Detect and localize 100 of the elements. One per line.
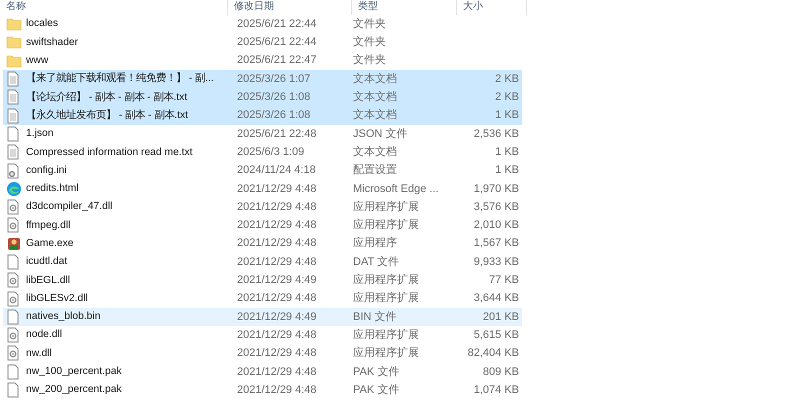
file-row[interactable]: libEGL.dll 2021/12/29 4:49 应用程序扩展 77 KB bbox=[3, 271, 522, 290]
folder-icon bbox=[6, 16, 22, 32]
column-header[interactable]: 类型 bbox=[352, 0, 457, 15]
file-row[interactable]: libGLESv2.dll 2021/12/29 4:48 应用程序扩展 3,644 KB bbox=[3, 289, 522, 308]
file-size: 3,576 KB bbox=[472, 200, 519, 215]
modified-date: 2025/6/21 22:48 bbox=[237, 126, 318, 142]
file-type: PAK 文件 bbox=[353, 382, 400, 398]
file-row[interactable]: node.dll 2021/12/29 4:48 应用程序扩展 5,615 KB bbox=[3, 326, 522, 344]
file-type: DAT 文件 bbox=[353, 254, 400, 270]
file-name[interactable]: libEGL.dll bbox=[26, 272, 70, 288]
file-type: Microsoft Edge ... bbox=[353, 182, 440, 197]
file-name[interactable]: config.ini bbox=[26, 162, 67, 178]
file-type: BIN 文件 bbox=[353, 310, 398, 325]
file-size: 809 KB bbox=[482, 364, 519, 380]
file-row[interactable]: nw_100_percent.pak 2021/12/29 4:48 PAK 文件 809 KB bbox=[3, 362, 522, 381]
file-size: 5,615 KB bbox=[472, 328, 519, 343]
folder-icon bbox=[6, 52, 22, 69]
modified-date: 2021/12/29 4:48 bbox=[237, 236, 318, 252]
modified-date: 2024/11/24 4:18 bbox=[237, 163, 317, 178]
file-type: 配置设置 bbox=[353, 163, 398, 178]
modified-date: 2021/12/29 4:48 bbox=[237, 254, 318, 270]
game-app-icon bbox=[6, 236, 22, 252]
file-row[interactable]: config.ini 2024/11/24 4:18 配置设置 1 KB bbox=[3, 161, 522, 180]
browser-icon bbox=[6, 180, 22, 197]
file-row[interactable]: credits.html 2021/12/29 4:48 Microsoft Edge ... 1,970 KB bbox=[3, 180, 522, 198]
file-type: 应用程序扩展 bbox=[353, 346, 420, 362]
file-size: 1 KB bbox=[494, 108, 519, 124]
file-type: 文本文档 bbox=[353, 144, 398, 160]
file-size: 1,970 KB bbox=[472, 182, 519, 197]
file-row[interactable]: Compressed information read me.txt 2025/6/3 1:09 文本文档 1 KB bbox=[3, 143, 522, 162]
file-type: 应用程序扩展 bbox=[353, 290, 420, 306]
file-size: 2,536 KB bbox=[472, 126, 519, 142]
column-header[interactable]: 修改日期 bbox=[228, 0, 352, 15]
file-size: 82,404 KB bbox=[466, 346, 519, 362]
file-row[interactable]: ffmpeg.dll 2021/12/29 4:48 应用程序扩展 2,010 KB bbox=[3, 216, 522, 235]
file-size: 2 KB bbox=[494, 72, 519, 87]
file-row[interactable]: 1.json 2025/6/21 22:48 JSON 文件 2,536 KB bbox=[3, 124, 522, 144]
file-size: 201 KB bbox=[482, 310, 519, 325]
file-row[interactable]: 【来了就能下载和观看！纯免费！】 - 副... 2025/3/26 1:07 文本文档 2 KB bbox=[3, 70, 522, 88]
file-size: 1,074 KB bbox=[472, 382, 519, 398]
file-name[interactable]: nw_100_percent.pak bbox=[26, 364, 122, 380]
file-row[interactable]: Game.exe 2021/12/29 4:48 应用程序 1,567 KB bbox=[3, 234, 522, 253]
file-name[interactable]: node.dll bbox=[26, 327, 62, 343]
file-type: 文件夹 bbox=[353, 52, 387, 68]
file-name[interactable]: libGLESv2.dll bbox=[26, 290, 88, 306]
modified-date: 2021/12/29 4:48 bbox=[237, 200, 318, 215]
modified-date: 2021/12/29 4:48 bbox=[237, 218, 318, 234]
modified-date: 2025/3/26 1:07 bbox=[237, 72, 312, 87]
file-name[interactable]: 1.json bbox=[26, 126, 54, 142]
file-type: 应用程序扩展 bbox=[353, 218, 420, 234]
file-name[interactable]: Game.exe bbox=[26, 236, 74, 252]
file-name[interactable]: 【论坛介绍】 - 副本 - 副本 - 副本.txt bbox=[26, 90, 188, 106]
file-name[interactable]: locales bbox=[26, 16, 58, 32]
file-row[interactable]: 【永久地址发布页】 - 副本 - 副本.txt 2025/3/26 1:08 文本文档 1 KB bbox=[3, 106, 522, 125]
file-size: 77 KB bbox=[488, 273, 519, 288]
file-type: 应用程序扩展 bbox=[353, 272, 420, 288]
file-size: 2,010 KB bbox=[472, 218, 519, 234]
file-type: 文本文档 bbox=[353, 90, 398, 106]
file-name[interactable]: 【永久地址发布页】 - 副本 - 副本.txt bbox=[26, 108, 188, 124]
file-name[interactable]: natives_blob.bin bbox=[26, 309, 100, 325]
file-type: 文本文档 bbox=[353, 72, 398, 87]
file-name[interactable]: d3dcompiler_47.dll bbox=[26, 199, 112, 215]
file-row[interactable]: 【论坛介绍】 - 副本 - 副本 - 副本.txt 2025/3/26 1:08 文本文档 2 KB bbox=[3, 88, 522, 106]
file-name[interactable]: ffmpeg.dll bbox=[26, 218, 70, 234]
file-name[interactable]: swiftshader bbox=[26, 34, 78, 50]
file-row[interactable]: swiftshader 2025/6/21 22:44 文件夹 bbox=[3, 33, 522, 52]
file-name[interactable]: 【来了就能下载和观看！纯免费！】 - 副... bbox=[26, 71, 214, 87]
file-type: 应用程序扩展 bbox=[353, 200, 420, 215]
file-type: 文本文档 bbox=[353, 108, 398, 124]
modified-date: 2021/12/29 4:48 bbox=[237, 291, 318, 306]
folder-icon bbox=[6, 34, 22, 50]
file-name[interactable]: nw_200_percent.pak bbox=[26, 382, 122, 398]
file-type: PAK 文件 bbox=[353, 364, 400, 380]
modified-date: 2025/6/21 22:44 bbox=[237, 35, 318, 50]
file-size: 2 KB bbox=[494, 90, 519, 106]
file-row[interactable]: nw_200_percent.pak 2021/12/29 4:48 PAK 文件 1,074 KB bbox=[3, 380, 522, 400]
file-row[interactable]: natives_blob.bin 2021/12/29 4:49 BIN 文件 201 KB bbox=[3, 308, 522, 326]
file-name[interactable]: icudtl.dat bbox=[26, 254, 68, 270]
modified-date: 2021/12/29 4:49 bbox=[237, 273, 318, 288]
file-row[interactable]: icudtl.dat 2021/12/29 4:48 DAT 文件 9,933 KB bbox=[3, 252, 522, 272]
file-type: 文件夹 bbox=[353, 34, 387, 50]
modified-date: 2021/12/29 4:48 bbox=[237, 182, 318, 197]
file-size: 3,644 KB bbox=[472, 291, 519, 306]
file-name[interactable]: Compressed information read me.txt bbox=[26, 144, 193, 160]
file-name[interactable]: credits.html bbox=[26, 181, 79, 197]
file-size: 1,567 KB bbox=[472, 236, 519, 252]
file-size: 9,933 KB bbox=[472, 254, 519, 270]
file-row[interactable]: nw.dll 2021/12/29 4:48 应用程序扩展 82,404 KB bbox=[3, 344, 522, 363]
column-header[interactable]: 名称 bbox=[0, 0, 228, 15]
file-type: 应用程序扩展 bbox=[353, 328, 420, 343]
file-row[interactable]: www 2025/6/21 22:47 文件夹 bbox=[3, 52, 522, 70]
file-type: JSON 文件 bbox=[353, 126, 408, 142]
file-name[interactable]: www bbox=[26, 53, 48, 68]
file-type: 文件夹 bbox=[353, 16, 387, 32]
file-type: 应用程序 bbox=[353, 236, 398, 252]
column-header[interactable]: 大小 bbox=[457, 0, 527, 15]
file-name[interactable]: nw.dll bbox=[26, 346, 52, 362]
file-row[interactable]: d3dcompiler_47.dll 2021/12/29 4:48 应用程序扩展 3,576 KB bbox=[3, 198, 522, 216]
modified-date: 2021/12/29 4:48 bbox=[237, 328, 318, 343]
file-row[interactable]: locales 2025/6/21 22:44 文件夹 bbox=[3, 15, 522, 34]
